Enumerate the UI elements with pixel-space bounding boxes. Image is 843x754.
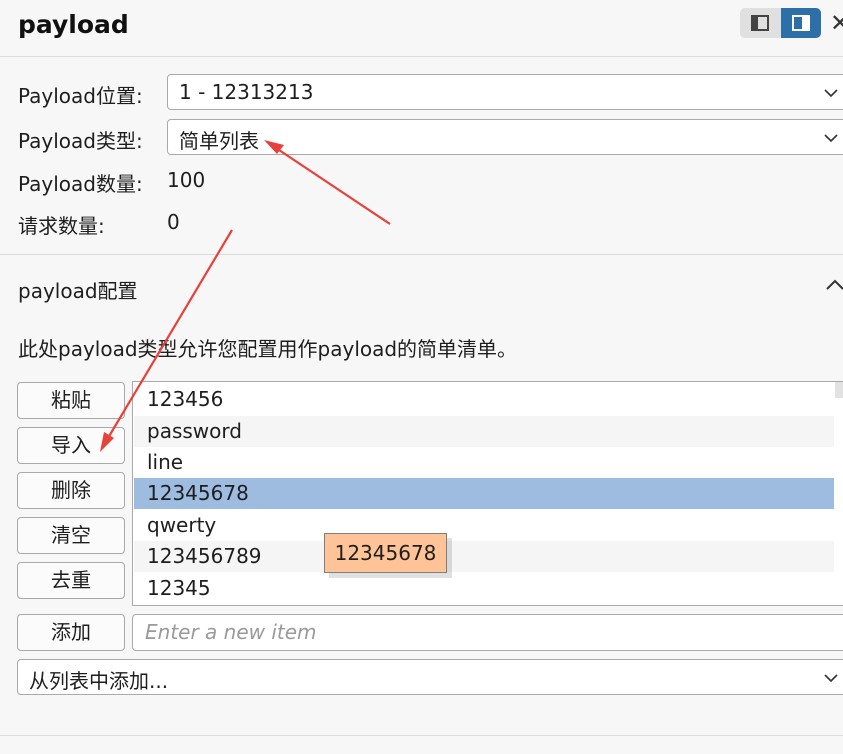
request-count-value: 0 <box>167 210 180 234</box>
section-divider <box>0 254 843 255</box>
layout-left-button[interactable] <box>740 8 780 38</box>
add-from-list-label: 从列表中添加... <box>29 669 169 693</box>
layout-right-icon <box>792 15 810 31</box>
chevron-down-icon <box>824 134 838 143</box>
panel-header: payload ✕ <box>0 0 843 57</box>
list-item[interactable]: password <box>134 416 834 447</box>
new-item-input[interactable]: Enter a new item <box>132 614 843 651</box>
request-count-label: 请求数量: <box>18 214 105 238</box>
payload-type-value: 简单列表 <box>179 129 259 153</box>
close-icon[interactable]: ✕ <box>830 8 843 38</box>
list-item[interactable]: qwerty <box>134 510 834 541</box>
paste-button[interactable]: 粘贴 <box>17 382 125 419</box>
panel-title: payload <box>18 10 129 39</box>
config-section-title: payload配置 <box>18 279 138 303</box>
add-button[interactable]: 添加 <box>17 614 125 651</box>
list-item[interactable]: line <box>134 447 834 478</box>
list-item[interactable]: 123456 <box>134 384 834 415</box>
list-item[interactable]: 12345 <box>134 573 834 604</box>
payload-list[interactable]: 123456 password line 12345678 qwerty 123… <box>132 381 843 606</box>
payload-position-label: Payload位置: <box>18 84 143 108</box>
clear-button[interactable]: 清空 <box>17 517 125 554</box>
list-item-selected[interactable]: 12345678 <box>134 478 834 509</box>
list-scrollbar[interactable] <box>835 382 843 398</box>
bottom-divider <box>0 735 843 736</box>
payload-count-label: Payload数量: <box>18 172 143 196</box>
config-description: 此处payload类型允许您配置用作payload的简单清单。 <box>18 337 518 361</box>
list-item[interactable]: 123456789 <box>134 541 834 572</box>
layout-right-button[interactable] <box>781 8 821 38</box>
dedupe-button[interactable]: 去重 <box>17 562 125 599</box>
payload-count-value: 100 <box>167 168 206 192</box>
load-button[interactable]: 导入 <box>17 427 125 464</box>
add-from-list-select[interactable]: 从列表中添加... <box>17 659 843 695</box>
layout-left-icon <box>751 15 769 31</box>
payload-type-select[interactable]: 简单列表 <box>167 119 843 155</box>
chevron-down-icon <box>824 89 838 98</box>
layout-toggle[interactable] <box>740 8 821 38</box>
remove-button[interactable]: 删除 <box>17 472 125 509</box>
payload-position-value: 1 - 12313213 <box>179 80 314 104</box>
chevron-up-icon[interactable] <box>826 279 843 291</box>
payload-position-select[interactable]: 1 - 12313213 <box>167 74 843 110</box>
payload-type-label: Payload类型: <box>18 129 143 153</box>
chevron-down-icon <box>824 674 838 683</box>
drag-tooltip: 12345678 <box>324 533 447 573</box>
